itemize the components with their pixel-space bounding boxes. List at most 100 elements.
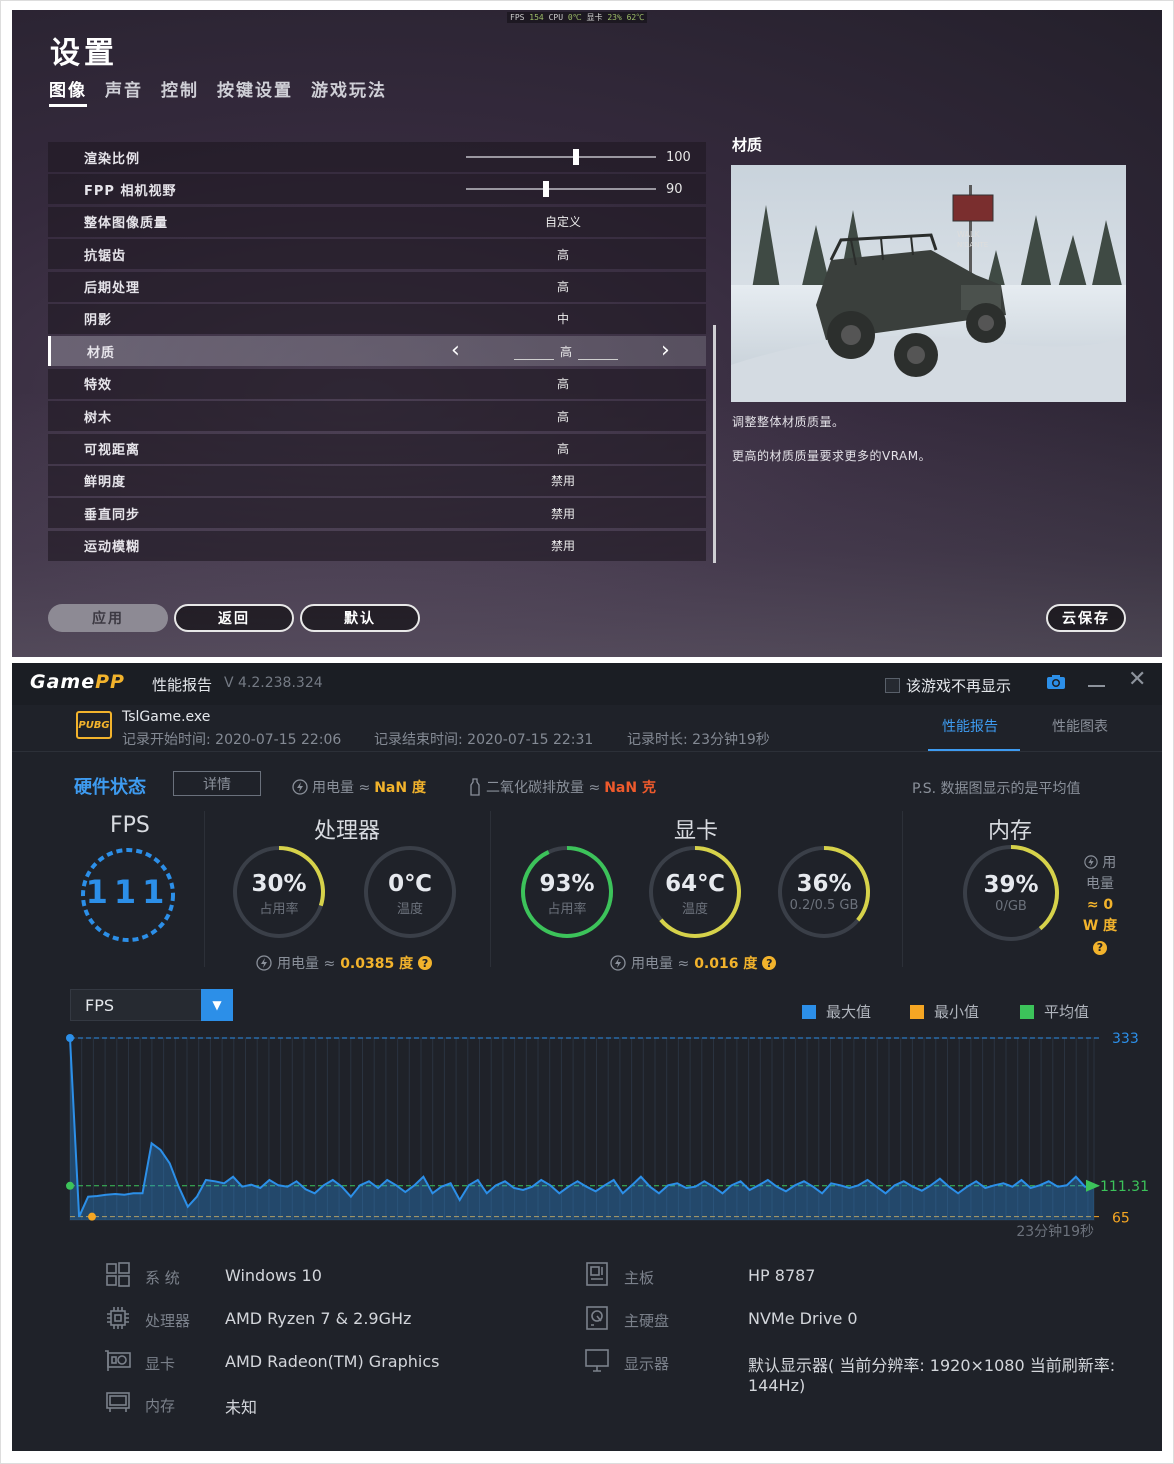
tab-graphics[interactable]: 图像	[49, 76, 87, 107]
setting-row[interactable]: FPP 相机视野 90	[48, 174, 706, 205]
spec-label-disk: 主硬盘	[624, 1312, 670, 1330]
chevron-right-icon[interactable]: ›	[661, 336, 670, 366]
setting-name: 整体图像质量	[84, 216, 169, 232]
spec-label-motherboard: 主板	[624, 1269, 655, 1287]
gauge-value: 0℃	[388, 871, 432, 897]
setting-name: 运动模糊	[84, 540, 141, 556]
gpu-group-title: 显卡	[674, 819, 719, 844]
gamepp-logo: GamePP	[30, 671, 125, 693]
setting-row[interactable]: 鲜明度 禁用	[48, 465, 706, 496]
gauge-value: 30%	[251, 871, 307, 897]
setting-row[interactable]: 渲染比例 100	[48, 142, 706, 172]
cpu-power-usage: 用电量 ≈0.0385 度?	[256, 953, 433, 973]
gpu-usage-gauge: 93% 占用率	[517, 842, 617, 942]
setting-vram-note: 更高的材质质量要求更多的VRAM。	[732, 449, 932, 463]
setting-row[interactable]: 整体图像质量 自定义	[48, 206, 706, 237]
cpu-usage-gauge: 30% 占用率	[229, 842, 329, 942]
max-label: 333	[1112, 1031, 1139, 1047]
tab-gameplay[interactable]: 游戏玩法	[311, 76, 387, 107]
hard-drive-icon	[586, 1306, 608, 1330]
spec-value-memory: 未知	[225, 1398, 258, 1417]
slider-handle[interactable]	[572, 149, 579, 165]
setting-row[interactable]: 垂直同步 禁用	[48, 498, 706, 529]
spec-label-os: 系 统	[145, 1269, 180, 1287]
gamepp-report-window: GamePP 性能报告 V 4.2.238.324 该游戏不再显示 ✕ PUBG…	[12, 663, 1162, 1451]
details-button[interactable]: 详情	[173, 771, 261, 796]
divider	[12, 751, 1162, 752]
help-icon[interactable]: ?	[762, 956, 777, 970]
min-label: 65	[1112, 1211, 1130, 1227]
setting-value: 自定义	[544, 215, 581, 230]
help-icon[interactable]: ?	[1093, 940, 1107, 955]
gpu-power-usage: 用电量 ≈0.016 度?	[610, 953, 777, 973]
tab-sound[interactable]: 声音	[105, 76, 143, 107]
setting-row[interactable]: 抗锯齿 高	[48, 239, 706, 270]
spec-value-gpu: AMD Radeon(TM) Graphics	[225, 1352, 440, 1371]
help-icon[interactable]: ?	[418, 956, 433, 970]
motherboard-icon	[586, 1262, 608, 1286]
tab-keybindings[interactable]: 按键设置	[217, 76, 293, 107]
memory-power-usage: 用 电量 ≈ 0 W 度 ?	[1082, 855, 1118, 955]
setting-name: 后期处理	[84, 281, 141, 297]
gauge-value: 39%	[983, 872, 1039, 898]
tab-controls[interactable]: 控制	[161, 76, 199, 107]
cloud-save-button[interactable]: 云保存	[1046, 604, 1126, 632]
setting-row[interactable]: 材质 高 ‹ ›	[48, 336, 706, 367]
metric-select[interactable]: FPS ▼	[70, 989, 233, 1021]
co2-emission-stat: 二氧化碳排放量 ≈ NaN 克	[468, 777, 656, 797]
gauge-label: 温度	[681, 902, 708, 917]
legend-max: 最大值	[802, 1001, 871, 1022]
settings-scrollbar[interactable]	[713, 325, 716, 563]
setting-row[interactable]: 后期处理 高	[48, 271, 706, 302]
setting-name: 抗锯齿	[84, 248, 127, 264]
minimize-icon[interactable]	[1088, 685, 1105, 687]
lightning-icon	[256, 955, 272, 971]
gauge-label: 0.2/0.5 GB	[789, 898, 859, 913]
tab-performance-report[interactable]: 性能报告	[942, 716, 998, 736]
back-button[interactable]: 返回	[174, 604, 294, 632]
apply-button[interactable]: 应用	[48, 604, 168, 632]
camera-icon[interactable]	[1046, 674, 1066, 690]
gauge-label: 占用率	[259, 902, 299, 917]
setting-name: 可视距离	[84, 443, 141, 459]
option-indicator	[578, 359, 618, 361]
setting-name: 鲜明度	[84, 475, 127, 491]
chevron-left-icon[interactable]: ‹	[451, 336, 460, 366]
fps-area	[70, 1038, 1094, 1220]
windows-icon	[106, 1262, 130, 1287]
tab-performance-charts[interactable]: 性能图表	[1052, 716, 1108, 736]
gpu-card-icon	[105, 1350, 131, 1371]
setting-row[interactable]: 树木 高	[48, 401, 706, 432]
close-icon[interactable]: ✕	[1128, 669, 1146, 691]
setting-row[interactable]: 可视距离 高	[48, 433, 706, 464]
hide-for-game-toggle[interactable]: 该游戏不再显示	[885, 675, 1011, 696]
setting-value: 禁用	[550, 474, 575, 489]
setting-name: 垂直同步	[84, 507, 141, 523]
lightning-icon	[1084, 855, 1098, 869]
setting-name: 阴影	[84, 313, 113, 329]
setting-row[interactable]: 特效 高	[48, 368, 706, 399]
legend-avg: 平均值	[1020, 1001, 1089, 1022]
setting-value: 高	[559, 344, 572, 359]
slider-handle[interactable]	[543, 181, 550, 198]
co2-bottle-icon	[470, 778, 480, 796]
power-usage-stat: 用电量 ≈ NaN 度	[292, 777, 426, 797]
setting-name: FPP 相机视野	[84, 183, 177, 199]
version-label: V 4.2.238.324	[224, 675, 323, 691]
setting-slider[interactable]	[466, 149, 656, 165]
default-button[interactable]: 默认	[300, 604, 420, 632]
setting-description: 调整整体材质质量。	[732, 415, 845, 429]
dropdown-arrow-icon[interactable]: ▼	[201, 989, 233, 1021]
page-title: 设置	[50, 36, 118, 71]
setting-row[interactable]: 阴影 中	[48, 303, 706, 334]
gauge-label: 占用率	[547, 902, 587, 917]
slider-value: 100	[666, 149, 691, 165]
setting-row[interactable]: 运动模糊 禁用	[48, 530, 706, 561]
checkbox[interactable]	[885, 678, 900, 693]
monitor-icon	[585, 1349, 609, 1372]
setting-name: 渲染比例	[84, 151, 141, 167]
setting-slider[interactable]	[466, 181, 656, 198]
slider-value: 90	[666, 181, 683, 197]
sign-text-1: WALK	[957, 230, 980, 239]
setting-value: 高	[556, 280, 569, 295]
